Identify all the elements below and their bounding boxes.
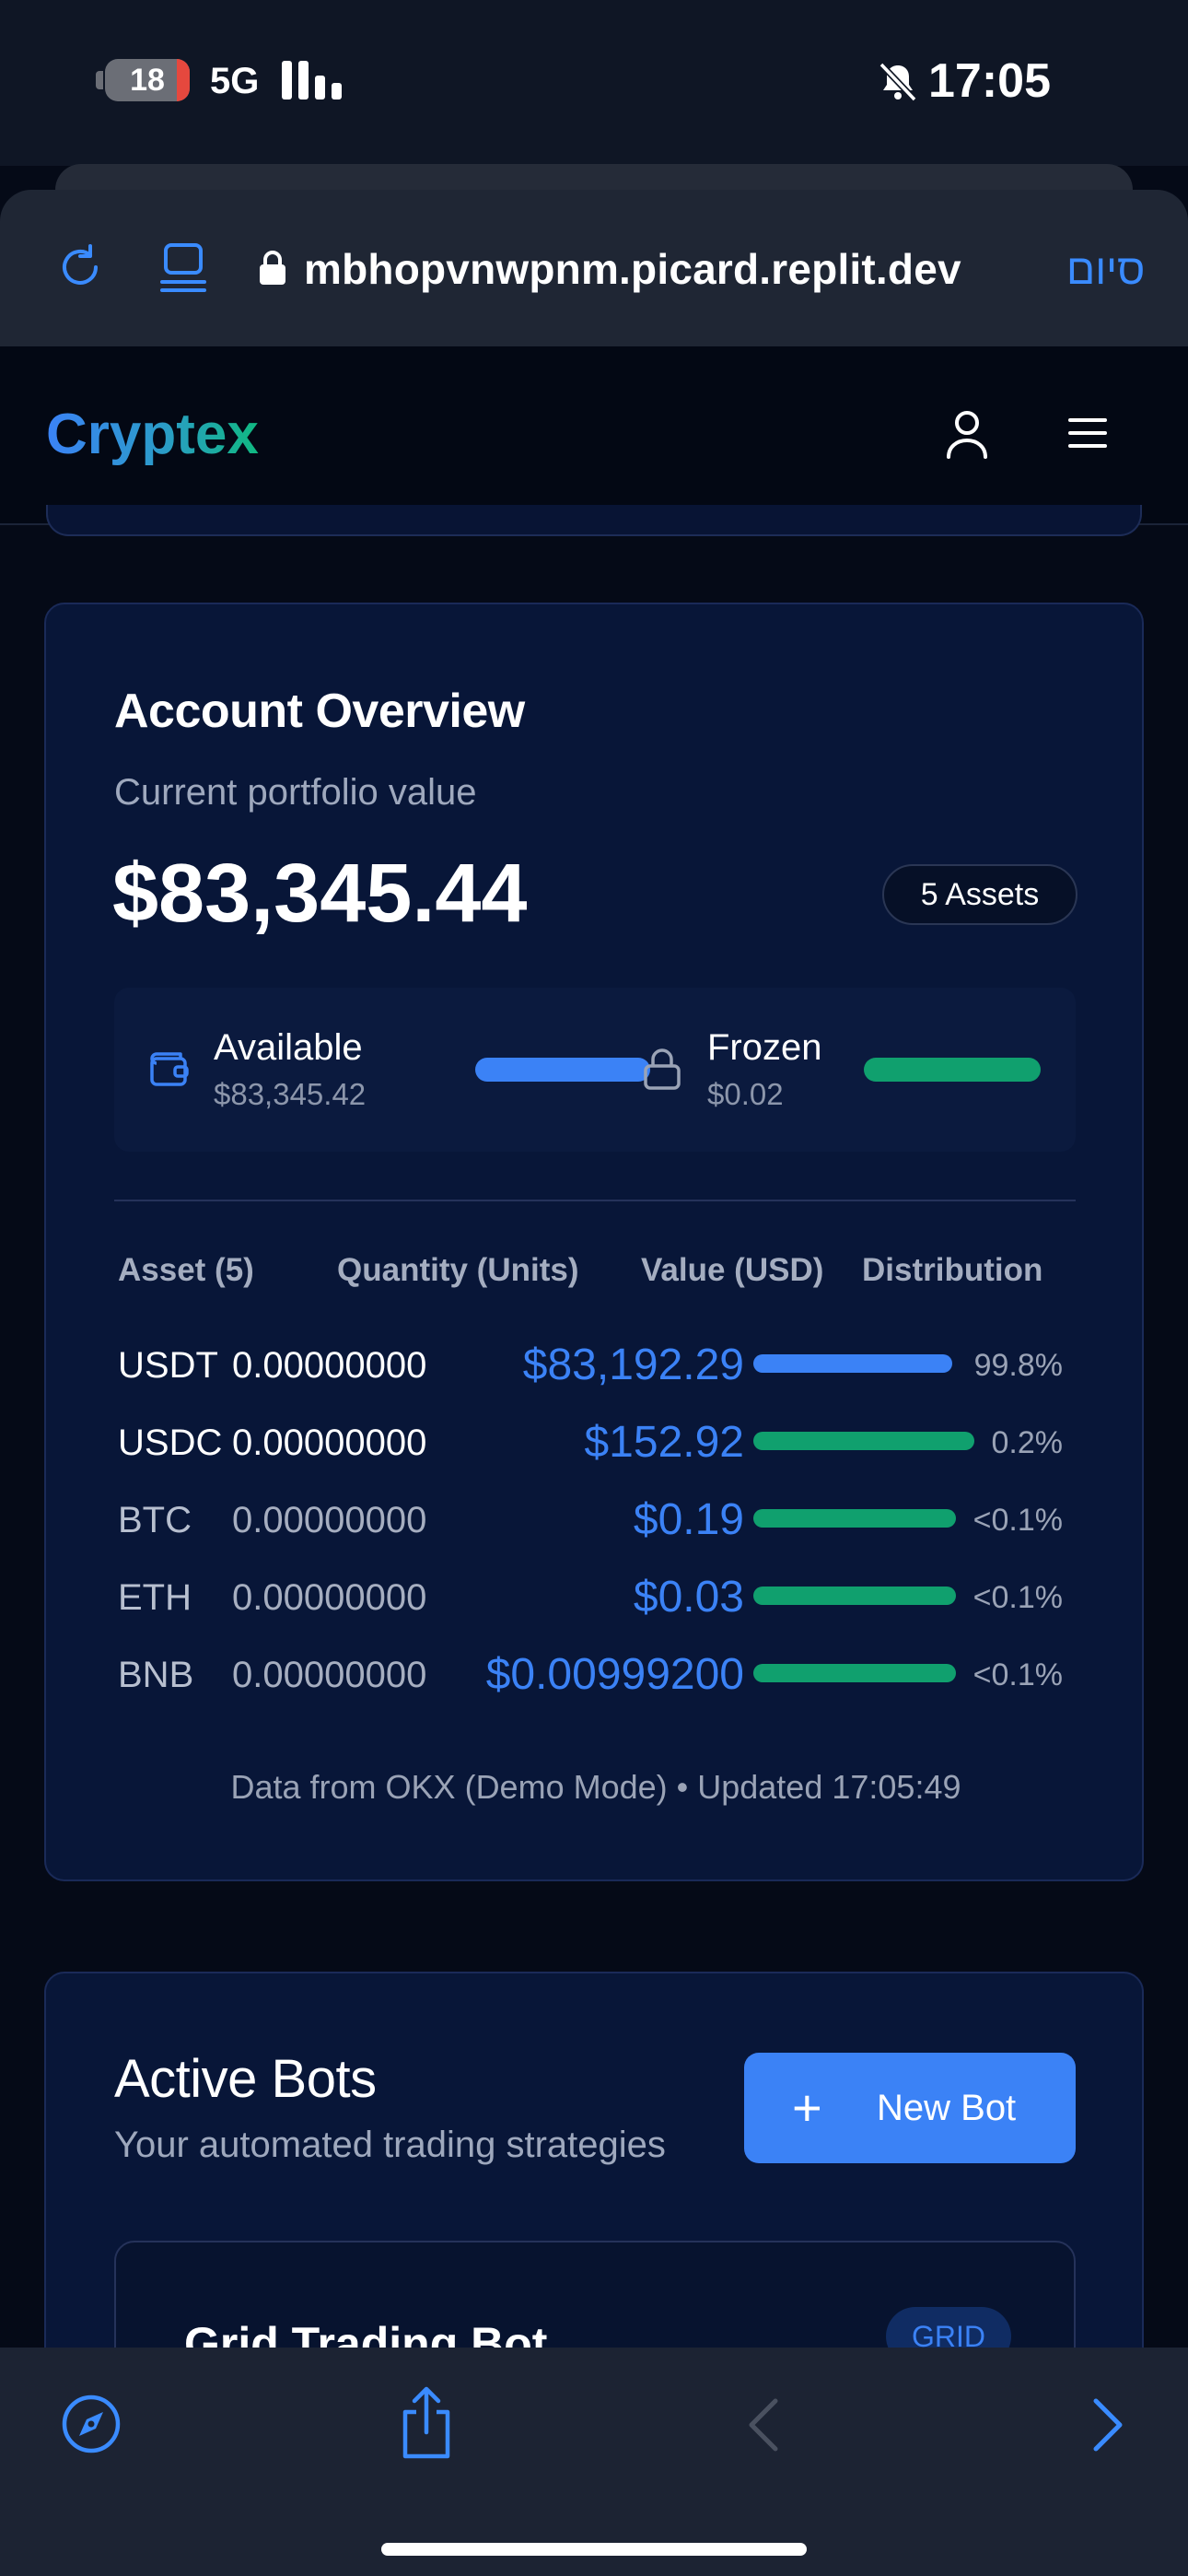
balance-summary: Available $83,345.42 Frozen $0.02 [114, 988, 1076, 1152]
column-header-distribution: Distribution [862, 1252, 1043, 1288]
signal-bars-icon [282, 61, 342, 100]
frozen-label: Frozen [707, 1027, 822, 1068]
new-bot-button[interactable]: + New Bot [744, 2053, 1076, 2163]
table-row: USDT 0.00000000 $83,192.29 99.8% [46, 1327, 1146, 1404]
reader-mode-icon[interactable] [158, 241, 208, 293]
asset-symbol: BNB [118, 1655, 194, 1695]
distribution-percent: <0.1% [973, 1580, 1063, 1615]
user-icon[interactable] [945, 409, 989, 459]
lock-icon [260, 251, 285, 285]
frozen-bar [864, 1058, 1041, 1082]
done-button[interactable]: סיום [1066, 243, 1145, 295]
portfolio-total: $83,345.44 [112, 848, 528, 940]
compass-icon[interactable] [59, 2392, 123, 2456]
distribution-bar [753, 1432, 974, 1450]
asset-quantity: 0.00000000 [232, 1423, 427, 1463]
lock-icon [644, 1048, 681, 1090]
share-icon[interactable] [396, 2384, 457, 2462]
hamburger-menu-icon[interactable] [1065, 415, 1111, 451]
asset-quantity: 0.00000000 [232, 1500, 427, 1540]
frozen-value: $0.02 [707, 1077, 784, 1111]
active-bots-subtitle: Your automated trading strategies [114, 2125, 666, 2165]
status-clock: 17:05 [928, 54, 1051, 108]
battery-icon: 18 [105, 59, 190, 101]
assets-count-badge: 5 Assets [882, 864, 1077, 925]
new-bot-label: New Bot [877, 2088, 1017, 2128]
asset-symbol: BTC [118, 1500, 192, 1540]
table-row: BTC 0.00000000 $0.19 <0.1% [46, 1481, 1146, 1559]
table-row: USDC 0.00000000 $152.92 0.2% [46, 1404, 1146, 1481]
app-logo[interactable]: Cryptex [46, 402, 259, 468]
previous-card-edge [46, 505, 1142, 536]
asset-quantity: 0.00000000 [232, 1655, 427, 1695]
column-header-asset: Asset (5) [118, 1252, 254, 1288]
asset-value: $152.92 [584, 1418, 744, 1467]
available-value: $83,345.42 [214, 1077, 367, 1111]
distribution-bar [753, 1664, 956, 1682]
browser-toolbar [0, 2348, 1188, 2576]
bell-slash-icon [879, 62, 917, 102]
wallet-icon [150, 1052, 189, 1086]
reload-icon[interactable] [55, 241, 105, 291]
asset-value: $83,192.29 [522, 1341, 744, 1389]
asset-symbol: USDC [118, 1423, 223, 1463]
asset-value: $0.19 [633, 1495, 744, 1544]
account-overview-card: Account Overview Current portfolio value… [44, 603, 1144, 1881]
account-overview-title: Account Overview [114, 685, 525, 738]
column-header-value: Value (USD) [641, 1252, 824, 1288]
url-field[interactable]: mbhopvnwpnm.picard.replit.dev [304, 243, 961, 295]
distribution-bar [753, 1587, 956, 1605]
asset-quantity: 0.00000000 [232, 1345, 427, 1386]
asset-symbol: ETH [118, 1577, 192, 1618]
column-header-quantity: Quantity (Units) [337, 1252, 579, 1288]
plus-icon: + [792, 2078, 822, 2137]
table-row: ETH 0.00000000 $0.03 <0.1% [46, 1559, 1146, 1636]
app-header: Cryptex [0, 346, 1188, 525]
distribution-percent: 0.2% [991, 1425, 1064, 1460]
distribution-bar [753, 1354, 952, 1373]
distribution-percent: 99.8% [973, 1348, 1063, 1383]
battery-level: 18 [130, 63, 165, 98]
asset-value: $0.00999200 [485, 1650, 744, 1699]
distribution-percent: <0.1% [973, 1657, 1063, 1692]
available-bar [475, 1058, 650, 1082]
home-indicator[interactable] [381, 2543, 807, 2556]
asset-quantity: 0.00000000 [232, 1577, 427, 1618]
asset-symbol: USDT [118, 1345, 218, 1386]
available-label: Available [214, 1027, 363, 1068]
divider [114, 1200, 1076, 1201]
portfolio-subtitle: Current portfolio value [114, 772, 477, 813]
table-row: BNB 0.00000000 $0.00999200 <0.1% [46, 1636, 1146, 1714]
distribution-percent: <0.1% [973, 1503, 1063, 1538]
data-source-footer: Data from OKX (Demo Mode) • Updated 17:0… [230, 1768, 961, 1806]
forward-icon[interactable] [1089, 2395, 1127, 2454]
distribution-bar [753, 1509, 956, 1528]
active-bots-title: Active Bots [114, 2049, 377, 2109]
battery-nub [96, 71, 103, 89]
asset-value: $0.03 [633, 1573, 744, 1622]
back-icon[interactable] [744, 2395, 783, 2454]
network-type: 5G [210, 61, 260, 101]
